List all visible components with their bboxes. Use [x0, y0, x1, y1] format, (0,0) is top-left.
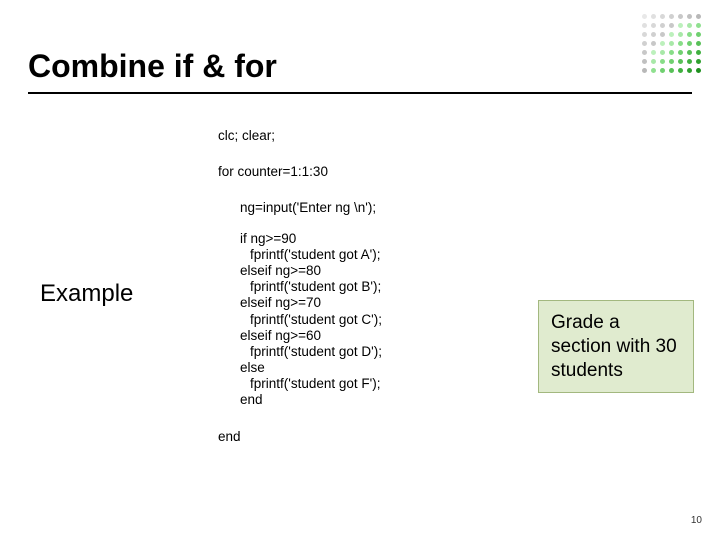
dot-icon [687, 32, 692, 37]
dot-icon [678, 59, 683, 64]
dot-icon [687, 50, 692, 55]
dot-icon [678, 32, 683, 37]
dot-icon [660, 68, 665, 73]
dot-icon [696, 68, 701, 73]
dot-icon [669, 32, 674, 37]
code-line: fprintf('student got C'); [250, 312, 382, 328]
dot-icon [651, 14, 656, 19]
dot-icon [660, 23, 665, 28]
dot-icon [696, 32, 701, 37]
dot-icon [642, 23, 647, 28]
dot-icon [642, 68, 647, 73]
dot-icon [651, 41, 656, 46]
dot-icon [696, 23, 701, 28]
slide-title: Combine if & for [28, 48, 277, 85]
code-line: fprintf('student got F'); [250, 376, 382, 392]
code-line: elseif ng>=70 [240, 295, 382, 311]
code-line: elseif ng>=80 [240, 263, 382, 279]
dot-icon [642, 14, 647, 19]
code-line: ng=input('Enter ng \n'); [240, 200, 382, 216]
dot-icon [678, 14, 683, 19]
dot-icon [651, 23, 656, 28]
slide: Combine if & for Example clc; clear; for… [0, 0, 720, 540]
dot-icon [696, 14, 701, 19]
code-line: end [218, 429, 382, 445]
dot-icon [678, 23, 683, 28]
code-block: clc; clear; for counter=1:1:30 ng=input(… [218, 128, 382, 445]
dot-icon [696, 59, 701, 64]
page-number: 10 [691, 515, 702, 526]
dot-icon [678, 68, 683, 73]
code-line: if ng>=90 [240, 231, 382, 247]
dot-icon [642, 41, 647, 46]
title-underline [28, 92, 692, 94]
dot-icon [642, 32, 647, 37]
callout-box: Grade a section with 30 students [538, 300, 694, 393]
dot-icon [669, 59, 674, 64]
dot-icon [687, 68, 692, 73]
dot-icon [669, 23, 674, 28]
dot-icon [687, 41, 692, 46]
dot-icon [660, 50, 665, 55]
dot-icon [687, 59, 692, 64]
dot-icon [651, 50, 656, 55]
dot-icon [651, 32, 656, 37]
dot-icon [696, 50, 701, 55]
decorative-dot-grid [642, 14, 702, 74]
dot-icon [660, 32, 665, 37]
code-line: fprintf('student got B'); [250, 279, 382, 295]
dot-icon [660, 59, 665, 64]
dot-icon [687, 14, 692, 19]
dot-icon [660, 41, 665, 46]
code-line: fprintf('student got A'); [250, 247, 382, 263]
code-line: elseif ng>=60 [240, 328, 382, 344]
dot-icon [669, 41, 674, 46]
dot-icon [669, 68, 674, 73]
code-line: fprintf('student got D'); [250, 344, 382, 360]
dot-icon [651, 68, 656, 73]
dot-icon [660, 14, 665, 19]
example-label: Example [40, 280, 133, 308]
dot-icon [669, 14, 674, 19]
code-line: clc; clear; [218, 128, 382, 144]
dot-icon [669, 50, 674, 55]
dot-icon [651, 59, 656, 64]
dot-icon [642, 59, 647, 64]
code-line: for counter=1:1:30 [218, 164, 382, 180]
code-line: else [240, 360, 382, 376]
dot-icon [642, 50, 647, 55]
code-line: end [240, 392, 382, 408]
dot-icon [678, 41, 683, 46]
dot-icon [687, 23, 692, 28]
dot-icon [696, 41, 701, 46]
dot-icon [678, 50, 683, 55]
